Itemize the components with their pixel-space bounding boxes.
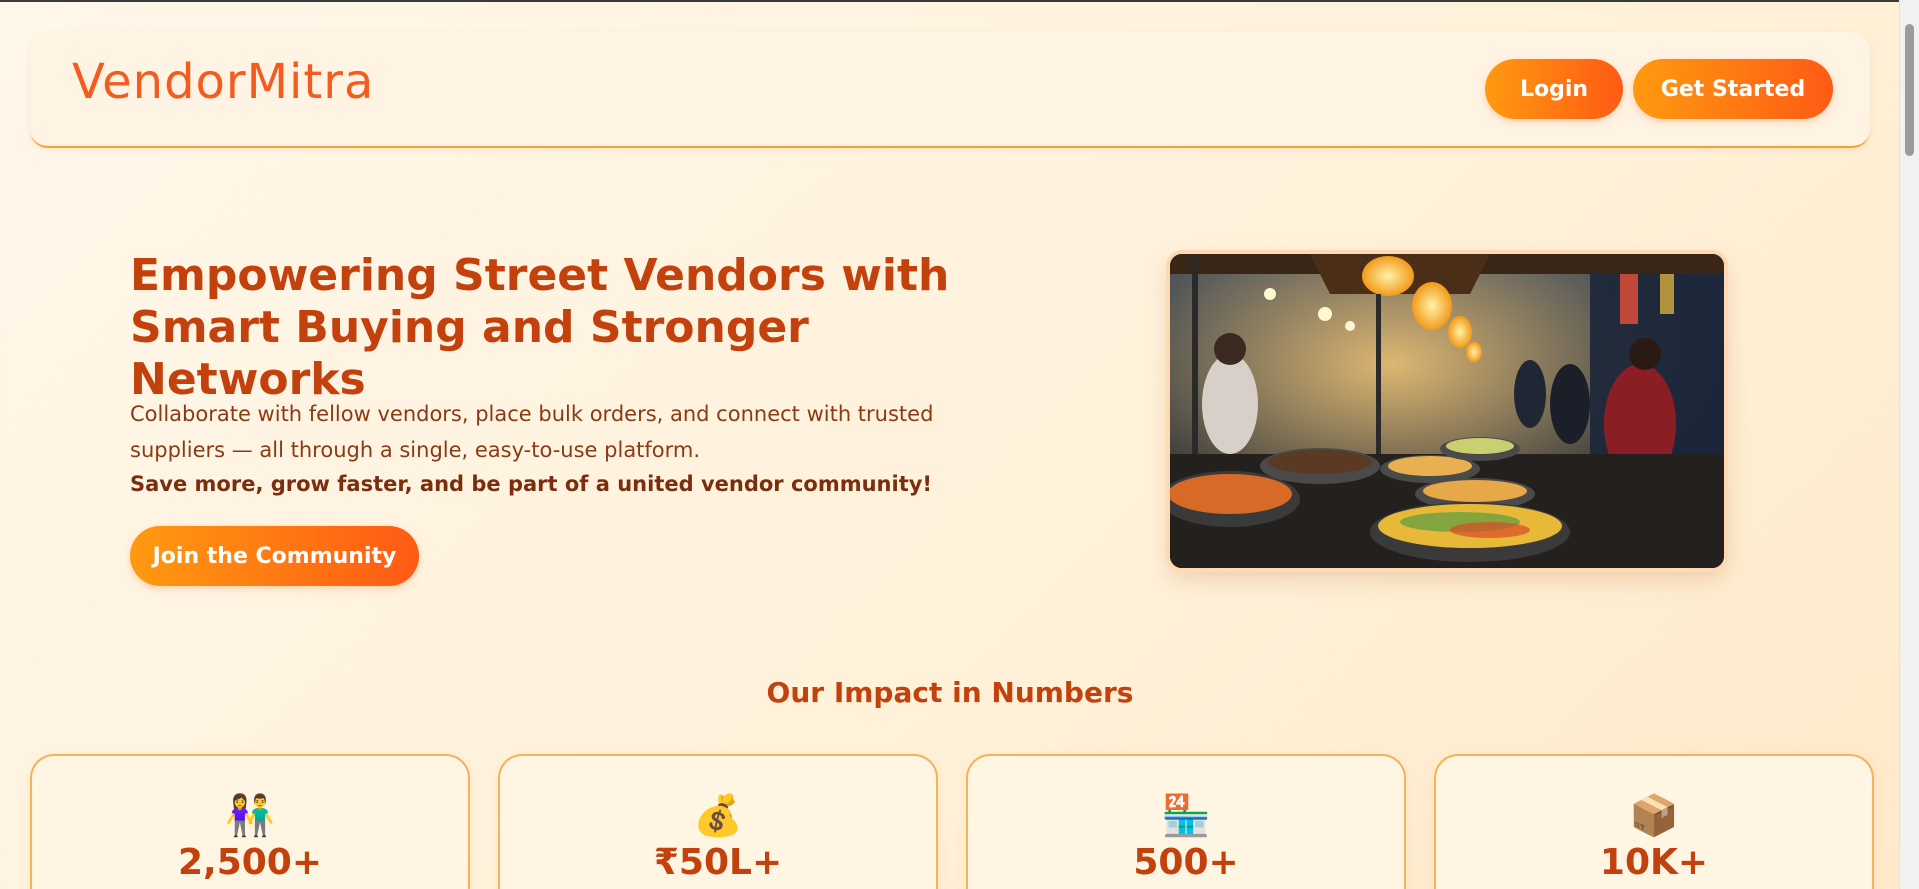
- hero-title-line-2: Smart Buying and Stronger Networks: [130, 302, 809, 405]
- hero-tagline: Save more, grow faster, and be part of a…: [130, 472, 932, 496]
- stat-value: 500+: [1133, 842, 1239, 883]
- hero-title: Empowering Street Vendors with Smart Buy…: [130, 250, 1030, 406]
- top-navbar: VendorMitra Login Get Started: [30, 32, 1870, 148]
- stat-card-orders: 📦 10K+: [1434, 754, 1874, 889]
- people-icon: 👫: [225, 793, 275, 839]
- join-community-button[interactable]: Join the Community: [130, 526, 419, 586]
- hero-street-food-image: [1170, 254, 1724, 568]
- hero-description: Collaborate with fellow vendors, place b…: [130, 402, 934, 462]
- stat-value: ₹50L+: [653, 842, 783, 883]
- money-bag-icon: 💰: [693, 793, 743, 839]
- stat-value: 10K+: [1599, 842, 1709, 883]
- window-top-edge: [0, 0, 1919, 2]
- stat-card-suppliers: 🏪 500+: [966, 754, 1406, 889]
- hero-title-line-1: Empowering Street Vendors with: [130, 250, 950, 301]
- scrollbar-thumb[interactable]: [1905, 24, 1914, 156]
- get-started-button[interactable]: Get Started: [1633, 59, 1833, 119]
- stat-card-vendors: 👫 2,500+: [30, 754, 470, 889]
- package-icon: 📦: [1629, 793, 1679, 839]
- brand-logo[interactable]: VendorMitra: [72, 54, 374, 110]
- store-icon: 🏪: [1161, 793, 1211, 839]
- impact-section-title: Our Impact in Numbers: [766, 676, 1134, 709]
- page-scrollbar[interactable]: [1899, 0, 1919, 889]
- street-food-illustration: [1170, 254, 1724, 568]
- stat-card-savings: 💰 ₹50L+: [498, 754, 938, 889]
- stat-value: 2,500+: [177, 842, 323, 883]
- login-button[interactable]: Login: [1485, 59, 1623, 119]
